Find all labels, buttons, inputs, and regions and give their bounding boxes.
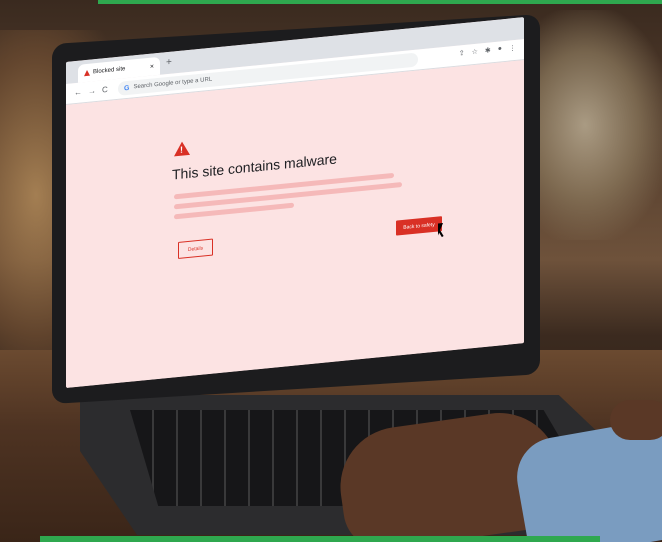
warning-icon [84,69,90,77]
laptop-screen: Blocked site × + ← → C G Search Google o… [66,17,524,388]
extensions-icon[interactable]: ✱ [485,46,491,55]
details-button[interactable]: Details [178,238,213,260]
frame-accent-top [98,0,662,4]
menu-icon[interactable]: ⋮ [509,44,516,53]
back-arrow-icon[interactable]: ← [74,87,82,97]
bookmark-star-icon[interactable]: ☆ [472,48,478,57]
close-tab-icon[interactable]: × [150,63,154,70]
new-tab-icon[interactable]: + [166,57,172,69]
profile-avatar-icon[interactable]: ● [498,45,502,53]
address-placeholder: Search Google or type a URL [133,76,213,91]
back-to-safety-button[interactable]: Back to safety [396,216,442,236]
toolbar-icons: ⇪ ☆ ✱ ● ⋮ [459,44,516,58]
reload-icon[interactable]: C [102,85,108,95]
warning-exclamation: ! [180,144,183,155]
share-icon[interactable]: ⇪ [459,49,465,58]
google-icon: G [124,84,130,92]
tab-title: Blocked site [93,66,126,76]
malware-warning-page: ! This site contains malware Details Bac… [66,60,524,388]
photo-background: Blocked site × + ← → C G Search Google o… [0,0,662,542]
warning-triangle-icon: ! [174,140,190,157]
right-hand [610,400,662,440]
forward-arrow-icon[interactable]: → [88,86,96,96]
page-title: This site contains malware [172,150,337,183]
photo-scene: Blocked site × + ← → C G Search Google o… [0,0,662,542]
frame-accent-bottom [40,536,600,542]
